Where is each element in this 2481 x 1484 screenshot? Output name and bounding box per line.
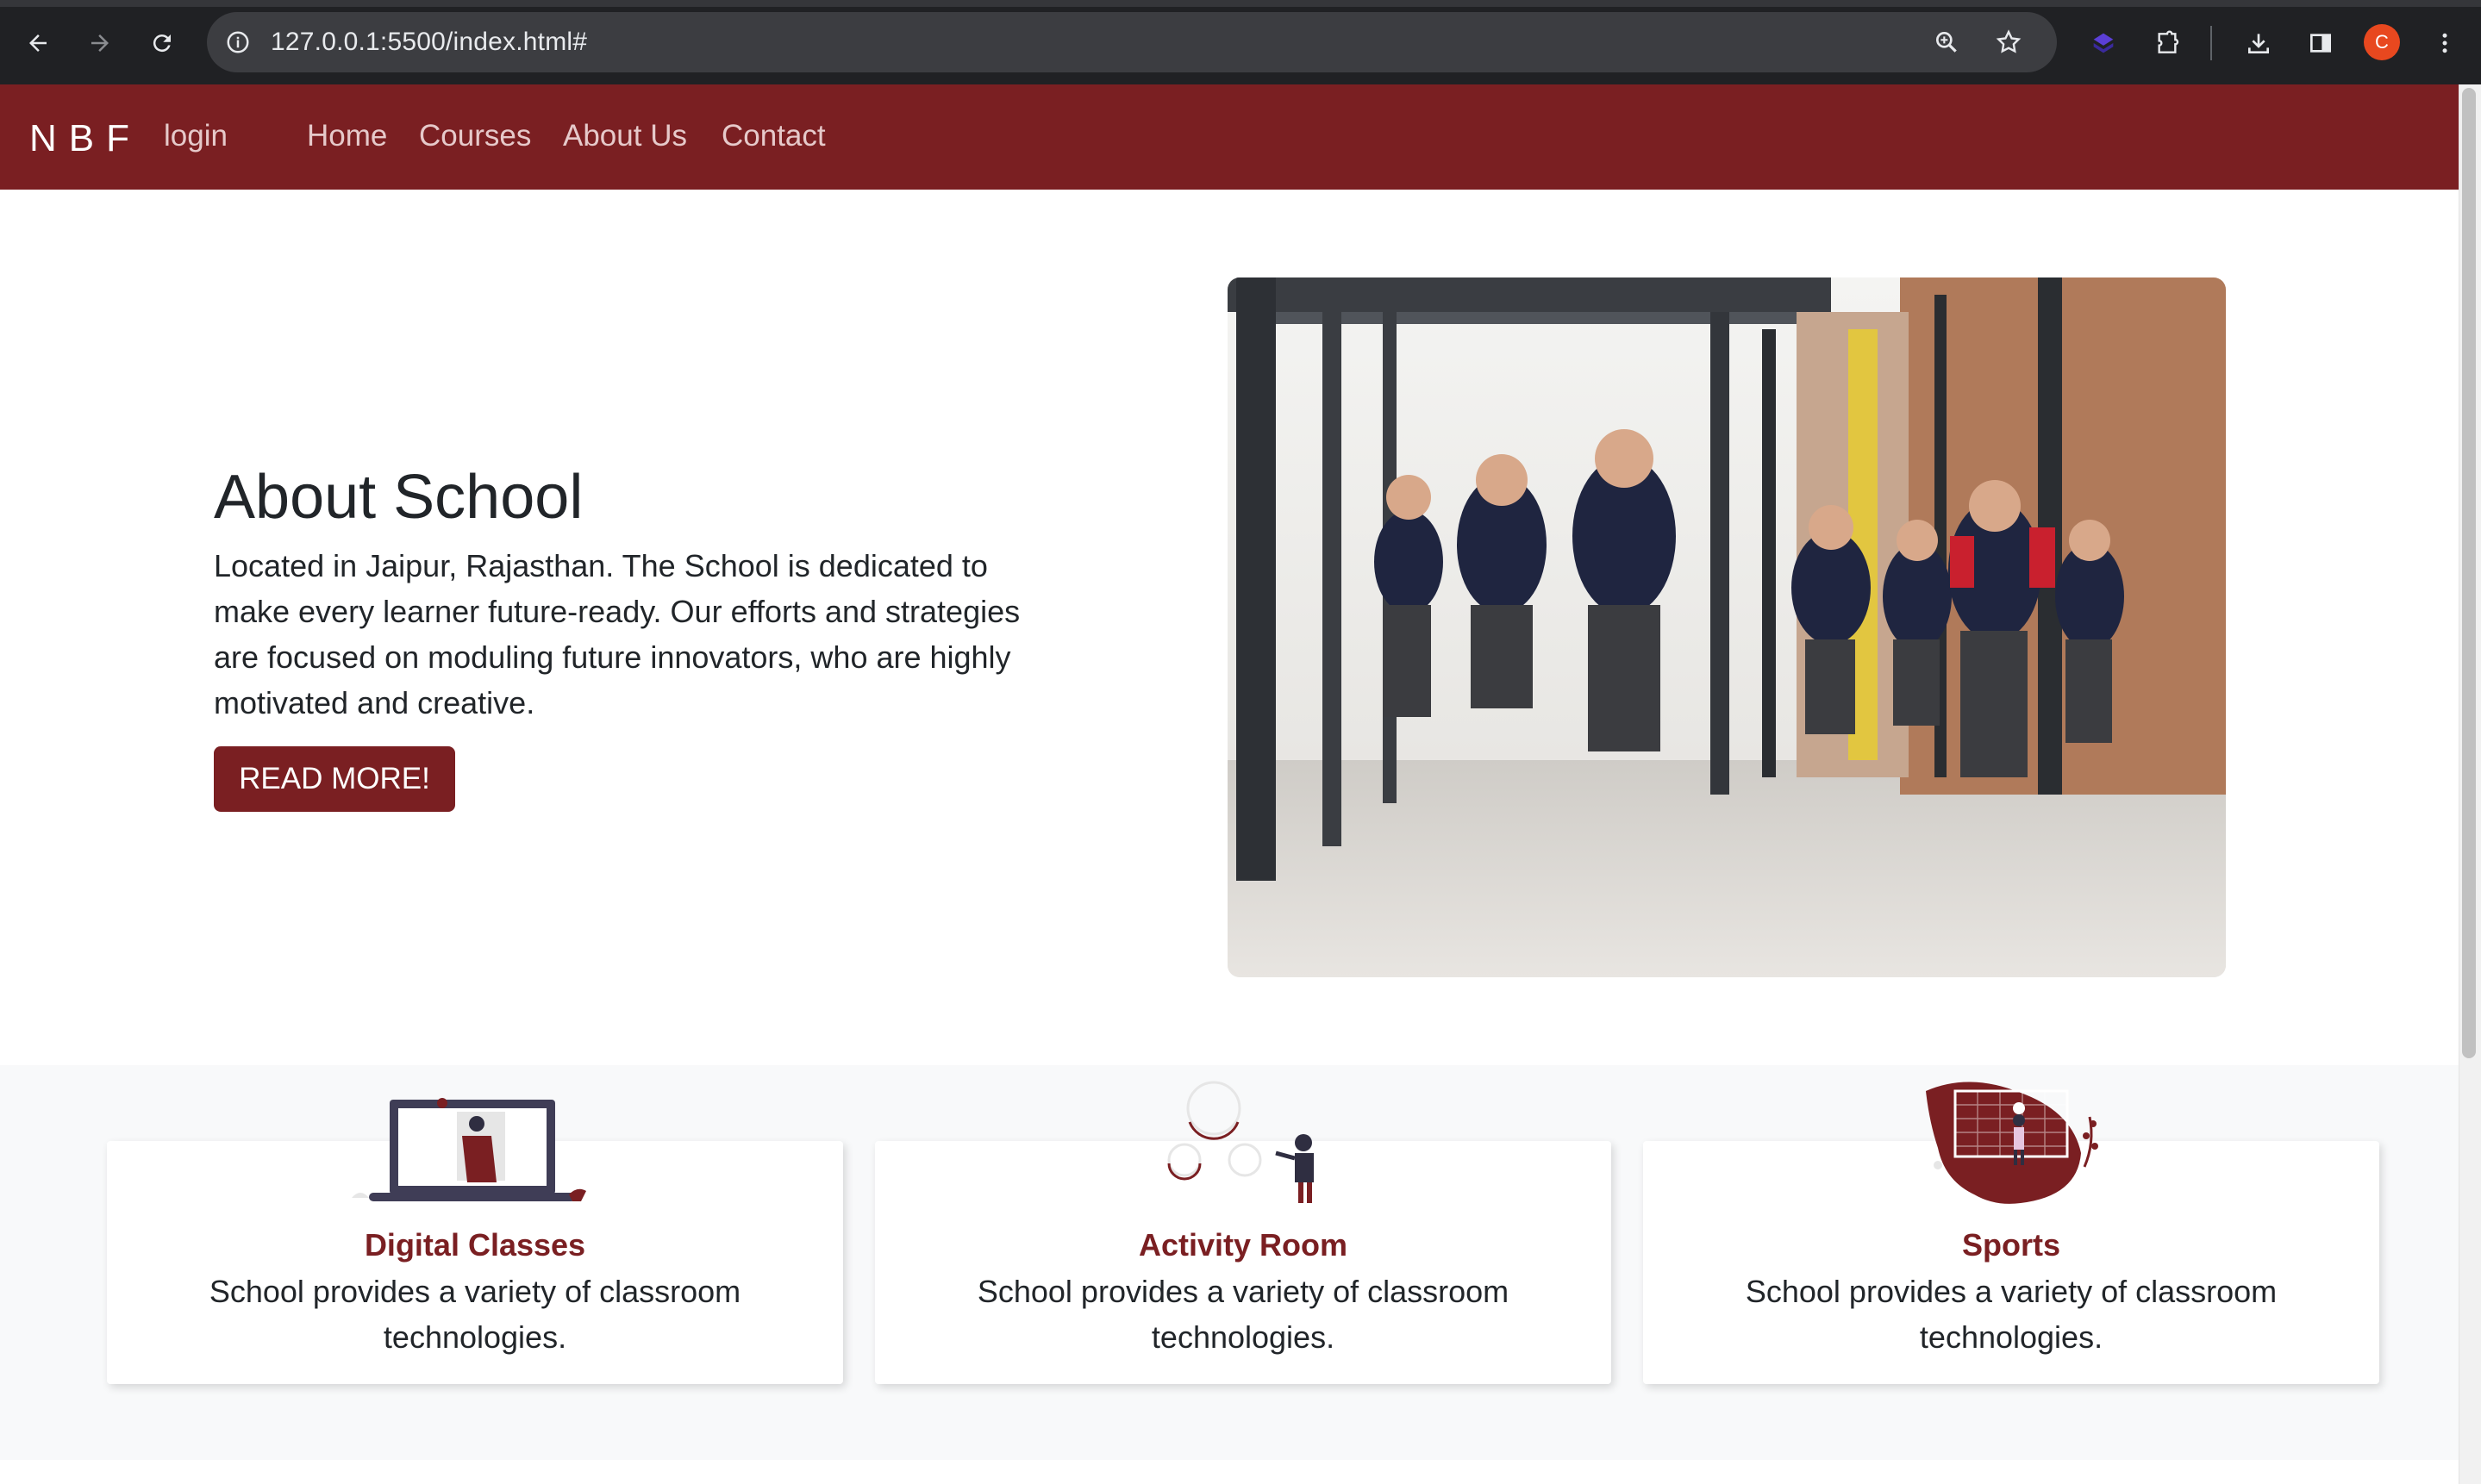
card-text: School provides a variety of classroom t…: [977, 1274, 1509, 1355]
toolbar-divider: [2210, 26, 2212, 60]
card-title: Digital Classes: [364, 1227, 586, 1263]
digital-classes-illustration: [352, 1081, 593, 1209]
bookmark-star-icon[interactable]: [1990, 23, 2028, 61]
back-icon[interactable]: [16, 21, 60, 65]
hero-title: About School: [214, 463, 584, 532]
nav-login[interactable]: login: [164, 119, 228, 153]
scrollbar-thumb[interactable]: [2462, 88, 2476, 1058]
nav-about-us[interactable]: About Us: [563, 119, 687, 153]
reload-icon[interactable]: [140, 21, 184, 65]
nav-contact[interactable]: Contact: [722, 119, 826, 153]
site-navbar: NBF login Home Courses About Us Contact: [0, 84, 2459, 190]
nav-courses[interactable]: Courses: [419, 119, 531, 153]
menu-icon[interactable]: [2422, 21, 2467, 65]
download-icon[interactable]: [2236, 21, 2281, 65]
card-text: School provides a variety of classroom t…: [1745, 1274, 2278, 1355]
puzzle-icon[interactable]: [2145, 21, 2190, 65]
zoom-icon[interactable]: [1928, 23, 1965, 61]
extension-icon[interactable]: [2081, 21, 2126, 65]
hero-description: Located in Jaipur, Rajasthan. The School…: [214, 548, 1021, 720]
profile-avatar[interactable]: C: [2364, 24, 2400, 60]
read-more-button[interactable]: READ MORE!: [214, 746, 455, 812]
card-title: Sports: [1961, 1227, 2060, 1263]
forward-icon[interactable]: [78, 21, 122, 65]
tab-strip: [0, 0, 2481, 7]
activity-room-illustration: [1162, 1081, 1334, 1211]
address-bar[interactable]: 127.0.0.1:5500/index.html#: [207, 12, 2057, 72]
browser-toolbar: 127.0.0.1:5500/index.html# C: [0, 0, 2481, 84]
card-title: Activity Room: [1138, 1227, 1348, 1263]
brand-logo[interactable]: NBF: [29, 117, 141, 160]
nav-home[interactable]: Home: [307, 119, 387, 153]
site-info-icon[interactable]: [219, 23, 257, 61]
card-text: School provides a variety of classroom t…: [209, 1274, 741, 1355]
side-panel-icon[interactable]: [2298, 21, 2343, 65]
school-children-photo: [1228, 277, 2226, 977]
sports-illustration: [1921, 1079, 2105, 1211]
url-text[interactable]: 127.0.0.1:5500/index.html#: [271, 28, 587, 57]
